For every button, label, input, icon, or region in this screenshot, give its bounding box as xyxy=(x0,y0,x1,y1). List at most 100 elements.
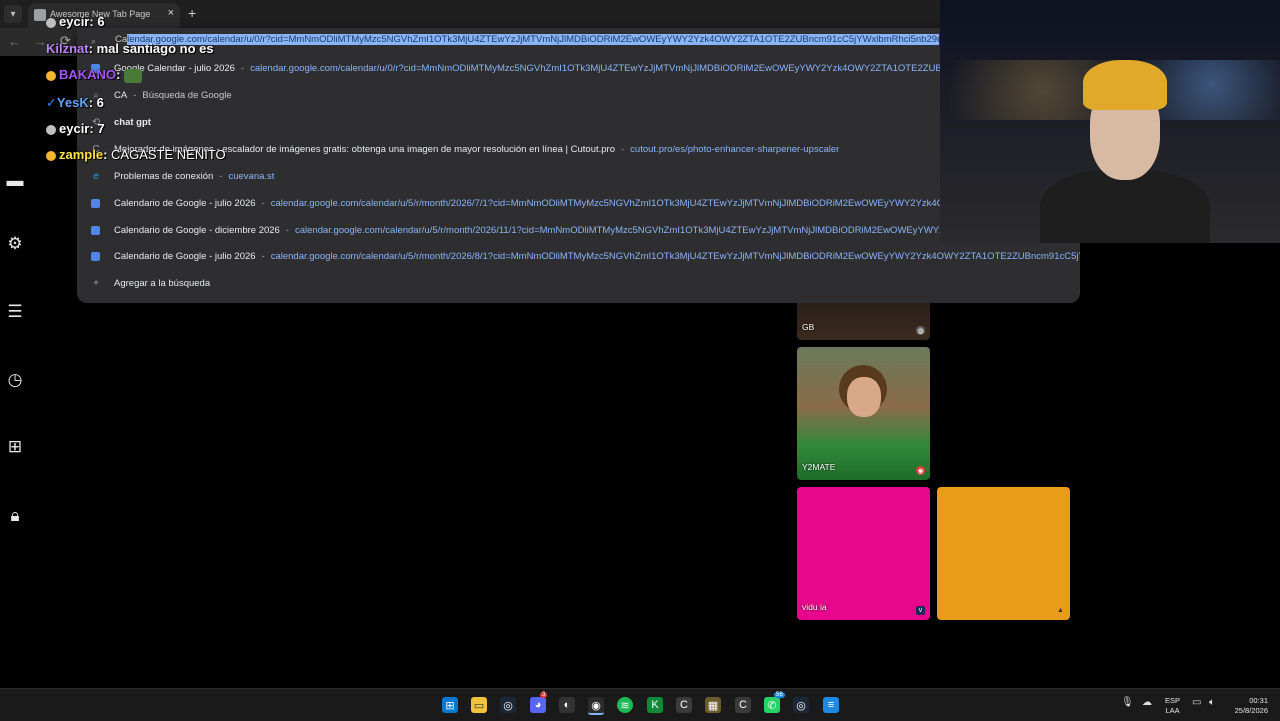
chat-separator: : xyxy=(88,41,97,56)
whatsapp-icon[interactable]: ✆ xyxy=(764,697,780,713)
gear-icon[interactable]: ⚙ xyxy=(5,234,25,254)
tile-label: vidu ia xyxy=(802,602,827,612)
tab-strip: ▾ Awesome New Tab Page × + xyxy=(0,0,940,28)
globe-icon: ◍ xyxy=(916,326,925,335)
calendar-icon xyxy=(91,252,100,261)
badge-icon xyxy=(46,17,56,28)
tab-close-icon[interactable]: × xyxy=(168,7,174,19)
download-icon: ◉ xyxy=(916,466,925,475)
suggestion-item[interactable]: e Problemas de conexión - cuevana.st xyxy=(77,165,1080,189)
back-button[interactable]: ← xyxy=(8,34,21,49)
chrome-icon[interactable]: ◉ xyxy=(588,697,604,715)
suggestion-url: calendar.google.com/calendar/u/5/r/month… xyxy=(270,251,1080,262)
tag-icon[interactable]: ▬ xyxy=(5,171,25,191)
webcam-overlay xyxy=(940,0,1280,243)
suggestion-title: Calendario de Google - julio 2026 xyxy=(114,198,256,209)
edge-icon: e xyxy=(93,170,99,182)
discord-badge: 3 xyxy=(540,692,548,698)
chat-message: ✓YesK: 6 xyxy=(46,95,104,111)
notepad-icon[interactable]: ≡ xyxy=(823,697,839,713)
suggestion-item[interactable]: Calendario de Google - julio 2026- calend… xyxy=(77,245,1080,269)
windows-start-icon[interactable]: ⊞ xyxy=(442,697,458,713)
kick-icon[interactable]: K xyxy=(647,697,663,713)
suggestion-subtitle: Búsqueda de Google xyxy=(142,90,232,101)
file-explorer-icon[interactable]: ▭ xyxy=(471,697,487,713)
shortcut-tile[interactable]: vidu ia v xyxy=(797,487,930,620)
add-to-search-label: Agregar a la búsqueda xyxy=(114,278,211,289)
chat-user: Kilznat xyxy=(46,41,89,56)
add-to-search-item[interactable]: + Agregar a la búsqueda xyxy=(77,272,1080,296)
ccleaner-icon[interactable]: C xyxy=(735,697,751,713)
lock-icon[interactable]: 🔒︎ xyxy=(5,506,25,526)
frog-emote-icon xyxy=(124,68,143,83)
streamer-beanie xyxy=(1083,60,1167,110)
omnibox-dropdown: ⌕ Calendar.google.com/calendar/u/0/r?cid… xyxy=(77,28,1080,303)
suggestion-title: Problemas de conexión xyxy=(114,171,214,182)
chat-user: eycir xyxy=(59,14,90,29)
suggestion-item[interactable]: ⌕ CA - Búsqueda de Google xyxy=(77,84,1080,108)
shortcut-tile[interactable]: ▲ xyxy=(937,487,1070,620)
badge-icon xyxy=(46,124,56,135)
person-icon: ▲ xyxy=(1057,607,1064,614)
taskbar: ⊞ ▭ ◎ ◕ 3 ◐ ◉ ≋ K C ▦ C ✆ 56 ◎ ≡ 🎙︎ ☁ ES… xyxy=(0,688,1280,721)
discord-icon[interactable]: ◕ xyxy=(530,697,546,713)
language-indicator[interactable]: ESP LAA xyxy=(1165,696,1180,716)
suggestion-title: Calendario de Google - diciembre 2026 xyxy=(114,225,280,236)
tile-label: GB xyxy=(802,322,815,332)
badge-icon xyxy=(46,150,56,161)
clock[interactable]: 00:31 25/8/2026 xyxy=(1222,696,1268,716)
streamer-shirt xyxy=(1040,170,1210,243)
suggestion-url: cutout.pro/es/photo-enhancer-sharpener-u… xyxy=(630,144,840,155)
suggestion-item[interactable]: ⟲ chat gpt xyxy=(77,111,1080,135)
shortcut-tile[interactable]: Y2MATE ◉ xyxy=(797,347,930,480)
chat-text: mal santiago no es xyxy=(96,41,214,56)
clock-time: 00:31 xyxy=(1249,696,1268,705)
keyboard-layout: LAA xyxy=(1165,706,1180,715)
microphone-icon[interactable]: 🎙︎ xyxy=(1121,697,1134,708)
new-tab-button[interactable]: + xyxy=(188,5,196,21)
suggestion-item[interactable]: Calendario de Google - julio 2026- calend… xyxy=(77,192,1080,216)
spotify-icon[interactable]: ≋ xyxy=(617,697,633,713)
language-code: ESP xyxy=(1165,696,1181,705)
chat-separator: : xyxy=(88,95,97,110)
chat-user: eycir xyxy=(59,121,90,136)
monitor-icon[interactable]: ▭ xyxy=(1192,697,1201,708)
chat-separator: : xyxy=(103,147,112,162)
steam-icon[interactable]: ◎ xyxy=(793,697,809,713)
suggestion-item[interactable]: Calendario de Google - diciembre 2026- ca… xyxy=(77,219,1080,243)
chat-text: 6 xyxy=(96,95,104,110)
address-autocomplete-selection: lendar.google.com/calendar/u/0/r?cid=MmN… xyxy=(127,34,939,45)
calendar-icon xyxy=(91,226,100,235)
volume-icon[interactable]: 🔈︎ xyxy=(1209,697,1215,708)
tab-search-button[interactable]: ▾ xyxy=(4,5,22,23)
whatsapp-badge: 56 xyxy=(774,692,785,698)
app-icon[interactable]: ◐ xyxy=(559,697,575,713)
badge-icon xyxy=(46,70,56,81)
suggestion-title: Calendario de Google - julio 2026 xyxy=(114,251,256,262)
ccleaner-icon[interactable]: C xyxy=(676,697,692,713)
onedrive-icon[interactable]: ☁ xyxy=(1142,697,1152,708)
minecraft-icon[interactable]: ▦ xyxy=(705,697,721,713)
inbox-icon[interactable]: ☰ xyxy=(5,302,25,322)
clock-date: 25/8/2026 xyxy=(1234,706,1268,715)
suggestion-title: CA xyxy=(114,90,128,101)
add-box-icon[interactable]: ⊞ xyxy=(5,437,25,457)
steam-icon[interactable]: ◎ xyxy=(500,697,516,713)
history-icon[interactable]: ◷ xyxy=(5,370,25,390)
chat-message: Kilznat: mal santiago no es xyxy=(46,41,214,56)
chat-text: 6 xyxy=(97,14,105,29)
shortcut-tile[interactable]: GB ◍ xyxy=(797,303,930,340)
calendar-icon xyxy=(91,199,100,208)
chat-text: CAGASTE NENITO xyxy=(111,147,226,162)
chat-user: BAKANO xyxy=(59,67,117,82)
suggestion-url: cuevana.st xyxy=(228,171,275,182)
face-shape xyxy=(847,377,881,417)
chat-user: YesK xyxy=(56,95,89,110)
tab-favicon-icon xyxy=(34,9,46,21)
plus-icon: + xyxy=(93,277,99,289)
suggestion-item[interactable]: Google Calendar - julio 2026- calendar.go… xyxy=(77,57,1080,81)
address-input[interactable]: Calendar.google.com/calendar/u/0/r?cid=M… xyxy=(87,34,939,50)
chat-message: zample: CAGASTE NENITO xyxy=(46,147,226,162)
suggestion-item[interactable]: C Mejorador de imágenes - escalador de i… xyxy=(77,138,1080,162)
chat-message: BAKANO: xyxy=(46,67,143,83)
